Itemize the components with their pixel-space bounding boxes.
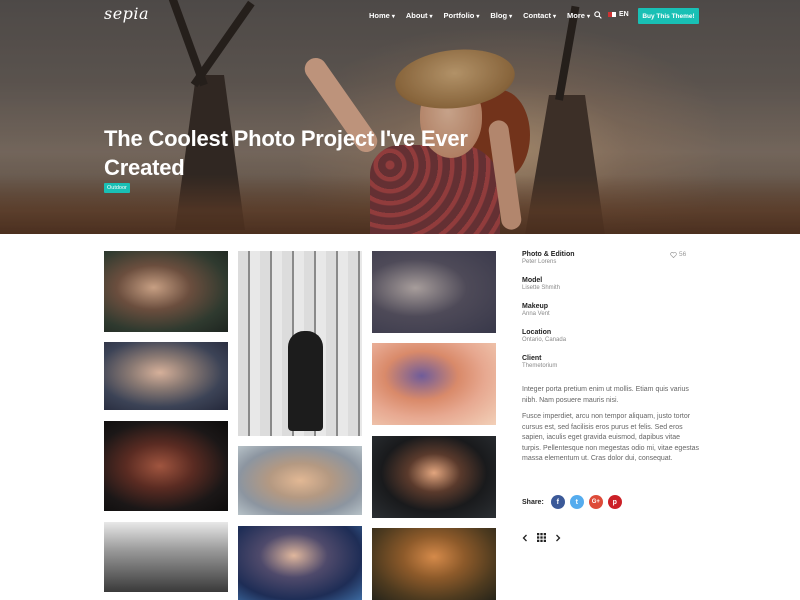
nav-item-contact[interactable]: Contact ▾ — [523, 11, 556, 20]
language-label: EN — [619, 11, 629, 18]
project-pager — [522, 533, 561, 542]
meta-location: Location Ontario, Canada — [522, 329, 566, 343]
site-logo[interactable]: sepia — [104, 4, 149, 23]
gallery-photo[interactable] — [104, 251, 228, 332]
gallery-photo[interactable] — [104, 522, 228, 592]
gallery-photo[interactable] — [104, 342, 228, 410]
meta-client: Client Themetorium — [522, 355, 557, 369]
meta-value: Peter Lorens — [522, 259, 557, 265]
meta-photo-edition: Photo & Edition Peter Lorens — [522, 251, 575, 265]
gallery-photo[interactable] — [104, 421, 228, 511]
pinterest-icon[interactable]: p — [607, 495, 622, 509]
gallery-photo[interactable] — [238, 251, 362, 436]
hero-overlay — [0, 0, 800, 234]
nav-item-about[interactable]: About ▾ — [406, 11, 433, 20]
nav-item-label: Blog — [490, 11, 508, 20]
like-button[interactable]: 56 — [670, 251, 686, 258]
photo-figure — [288, 331, 323, 431]
grid-icon[interactable] — [537, 533, 546, 542]
meta-label: Location — [522, 329, 552, 336]
meta-label: Client — [522, 355, 542, 362]
chevron-down-icon: ▾ — [586, 14, 590, 20]
chevron-down-icon: ▾ — [509, 14, 513, 20]
nav-item-label: Home — [369, 11, 390, 20]
nav-item-label: Contact — [523, 11, 551, 20]
chevron-down-icon: ▾ — [391, 14, 395, 20]
nav-item-label: Portfolio — [443, 11, 475, 20]
search-icon[interactable] — [594, 11, 602, 19]
nav-item-home[interactable]: Home ▾ — [369, 11, 395, 20]
gallery-photo[interactable] — [238, 446, 362, 515]
description-paragraph: Integer porta pretium enim ut mollis. Et… — [522, 386, 689, 404]
gallery-photo[interactable] — [372, 436, 496, 518]
buy-theme-button[interactable]: Buy This Theme! — [638, 8, 699, 24]
twitter-icon[interactable]: t — [569, 495, 584, 509]
page-title: The Coolest Photo Project I've Ever Crea… — [104, 126, 468, 180]
nav-item-more[interactable]: More ▾ — [567, 11, 590, 20]
flag-icon — [608, 12, 616, 17]
language-switcher[interactable]: EN — [608, 11, 629, 18]
nav-item-label: About — [405, 11, 428, 20]
meta-label: Photo & Edition — [522, 251, 575, 258]
facebook-icon[interactable]: f — [550, 495, 565, 509]
gallery-photo[interactable] — [372, 343, 496, 425]
gallery-photo[interactable] — [372, 528, 496, 600]
meta-makeup: Makeup Anna Vent — [522, 303, 550, 317]
like-count: 56 — [679, 251, 687, 258]
share-bar: Share: f t G+ p — [522, 495, 622, 509]
meta-label: Makeup — [522, 303, 549, 310]
gallery-photo[interactable] — [238, 526, 362, 600]
top-navigation: sepia Home ▾ About ▾ Portfolio ▾ Blog ▾ Cont… — [0, 0, 800, 32]
share-label: Share: — [522, 498, 544, 506]
meta-value: Lisette Shmith — [522, 285, 561, 291]
nav-item-label: More — [567, 11, 585, 20]
description-paragraph: Fusce imperdiet, arcu non tempor aliquam… — [522, 413, 700, 462]
main-menu: Home ▾ About ▾ Portfolio ▾ Blog ▾ Contact ▾ M… — [369, 11, 601, 20]
nav-item-portfolio[interactable]: Portfolio ▾ — [444, 11, 480, 20]
nav-item-blog[interactable]: Blog ▾ — [490, 11, 512, 20]
chevron-down-icon: ▾ — [476, 14, 480, 20]
meta-value: Themetorium — [522, 363, 558, 369]
google-plus-icon[interactable]: G+ — [588, 495, 603, 509]
hero-banner: The Coolest Photo Project I've Ever Crea… — [0, 0, 800, 234]
chevron-down-icon: ▾ — [553, 14, 557, 20]
category-tag[interactable]: Outdoor — [104, 183, 130, 193]
meta-label: Model — [522, 277, 543, 284]
chevron-right-icon[interactable] — [555, 534, 561, 542]
gallery-photo[interactable] — [372, 251, 496, 333]
chevron-down-icon: ▾ — [429, 14, 433, 20]
meta-value: Anna Vent — [522, 311, 550, 317]
meta-model: Model Lisette Shmith — [522, 277, 560, 291]
heart-icon — [670, 251, 677, 258]
meta-value: Ontario, Canada — [522, 337, 567, 343]
chevron-left-icon[interactable] — [522, 534, 528, 542]
